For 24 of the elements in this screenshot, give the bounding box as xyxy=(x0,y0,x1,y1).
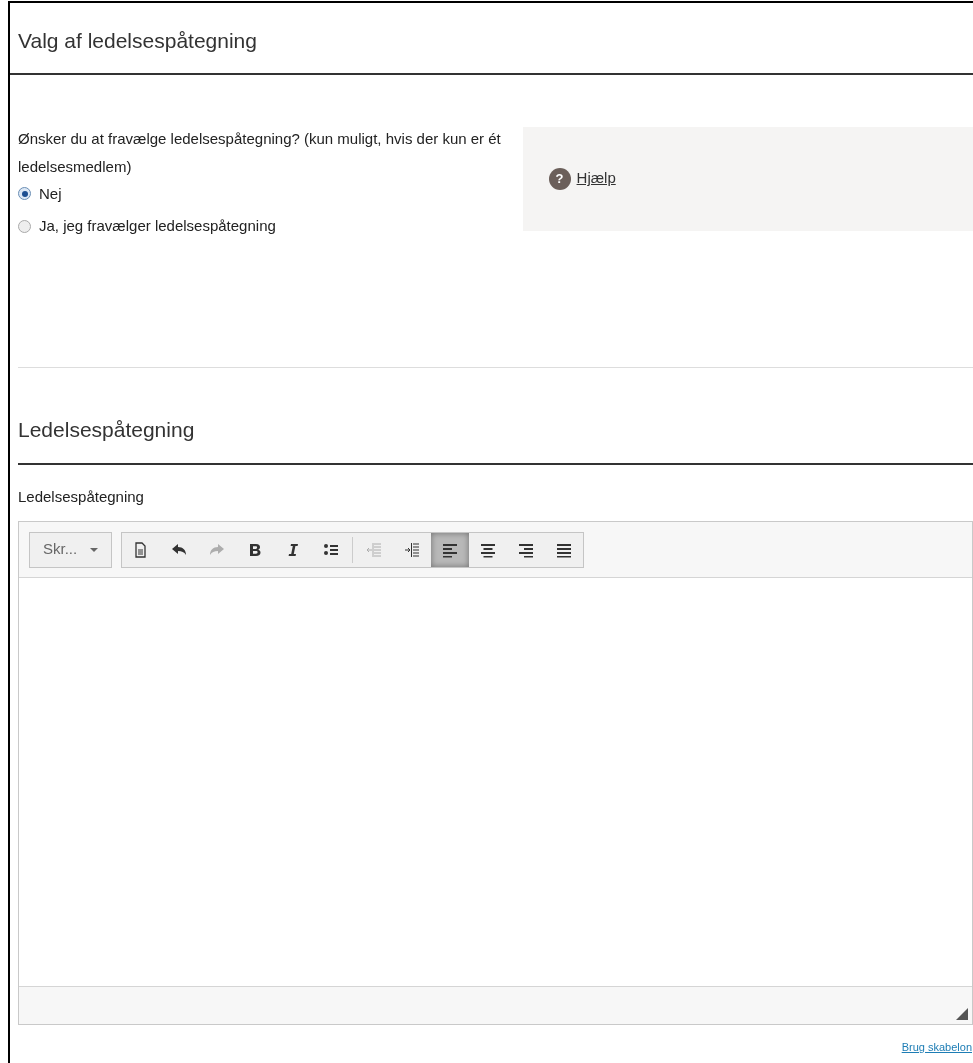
toolbar-button[interactable] xyxy=(431,532,469,567)
bullet-list-icon xyxy=(323,541,339,558)
field-label: Ledelsespåtegning xyxy=(18,488,144,505)
align-left-icon xyxy=(442,541,458,558)
caret-icon xyxy=(90,547,98,552)
help-link[interactable]: Hjælp xyxy=(576,167,616,190)
option-label: Nej xyxy=(39,183,62,204)
template-link[interactable]: Brug skabelon xyxy=(901,1039,972,1056)
align-center-icon xyxy=(480,541,496,558)
indent-icon xyxy=(404,541,420,558)
question-text: Ønsker du at fravælge ledelsespåtegning? (kun muligt, hvis der kun er ét ledelsesmedlem) xyxy=(18,128,502,177)
document-icon xyxy=(133,541,149,558)
format-dropdown[interactable]: Skr... xyxy=(29,531,112,568)
justify-icon xyxy=(556,541,572,558)
option-label: Ja, jeg fravælger ledelsespåtegning xyxy=(39,216,276,236)
bold-icon xyxy=(247,541,263,558)
radio-button[interactable] xyxy=(18,187,31,201)
help-icon: ? xyxy=(548,167,571,190)
align-right-icon xyxy=(518,541,534,558)
radio-button[interactable] xyxy=(18,219,31,233)
resize-handle-icon[interactable] xyxy=(956,1008,968,1020)
section-title: Valg af ledelsespåtegning xyxy=(18,28,258,54)
section-title: Ledelsespåtegning xyxy=(18,416,196,443)
outdent-icon xyxy=(366,541,382,558)
